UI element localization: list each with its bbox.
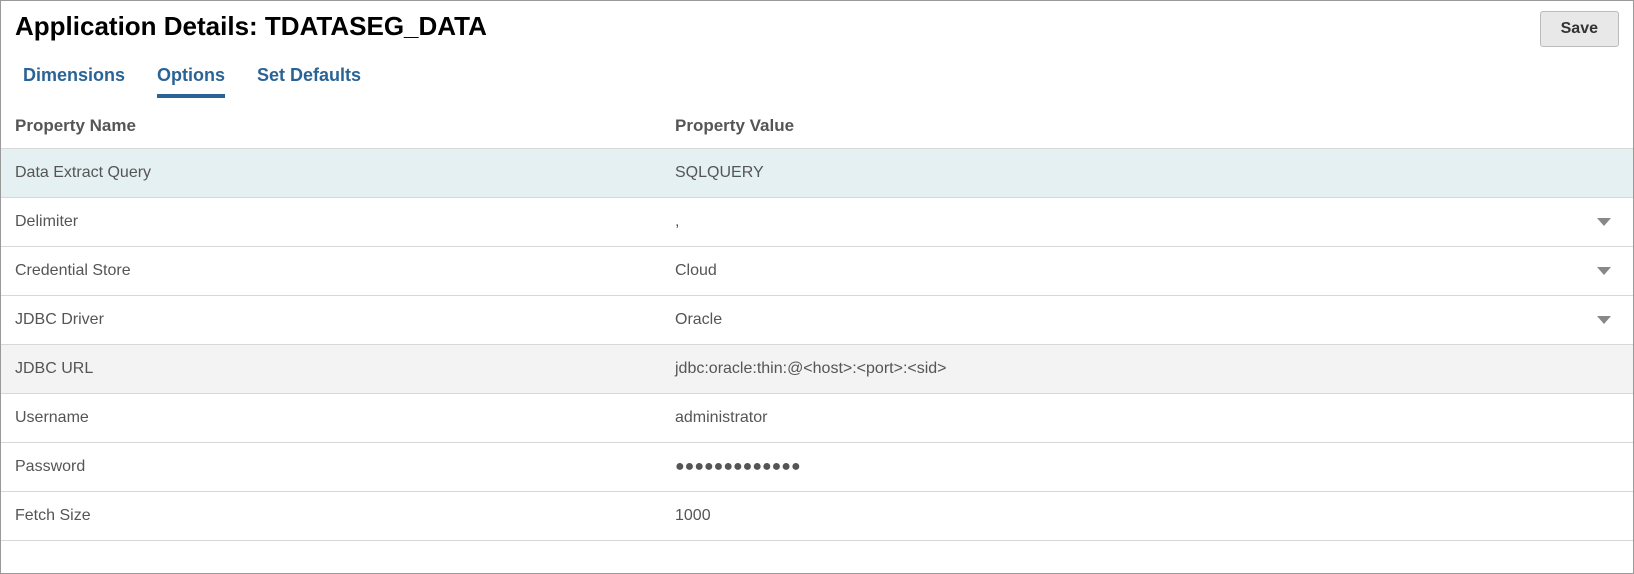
property-value[interactable]: , [675, 213, 1619, 231]
property-name: JDBC URL [15, 360, 675, 378]
table-row[interactable]: Data Extract QuerySQLQUERY [1, 148, 1633, 197]
property-value[interactable]: SQLQUERY [675, 164, 1619, 182]
property-name: Fetch Size [15, 507, 675, 525]
property-value[interactable]: administrator [675, 409, 1619, 427]
column-header-name: Property Name [15, 116, 675, 136]
property-value[interactable]: jdbc:oracle:thin:@<host>:<port>:<sid> [675, 360, 1619, 378]
property-name: Username [15, 409, 675, 427]
tab-options[interactable]: Options [157, 65, 225, 98]
table-row[interactable]: JDBC URLjdbc:oracle:thin:@<host>:<port>:… [1, 344, 1633, 393]
page-title: Application Details: TDATASEG_DATA [15, 11, 487, 42]
property-value[interactable]: Oracle [675, 311, 1619, 329]
property-name: Delimiter [15, 213, 675, 231]
column-header-value: Property Value [675, 116, 1619, 136]
property-value[interactable]: ●●●●●●●●●●●●● [675, 458, 1619, 476]
table-row[interactable]: Fetch Size1000 [1, 491, 1633, 540]
table-row[interactable]: Password●●●●●●●●●●●●● [1, 442, 1633, 491]
save-button[interactable]: Save [1540, 11, 1619, 47]
property-name: JDBC Driver [15, 311, 675, 329]
property-value[interactable]: 1000 [675, 507, 1619, 525]
table-row[interactable]: JDBC DriverOracle [1, 295, 1633, 344]
property-value[interactable]: Cloud [675, 262, 1619, 280]
property-name: Password [15, 458, 675, 476]
property-name: Data Extract Query [15, 164, 675, 182]
tabs: Dimensions Options Set Defaults [1, 47, 1633, 98]
chevron-down-icon[interactable] [1597, 316, 1611, 324]
table-row[interactable]: Delimiter, [1, 197, 1633, 246]
tab-dimensions[interactable]: Dimensions [23, 65, 125, 98]
table-header: Property Name Property Value [1, 98, 1633, 148]
table-row[interactable]: Usernameadministrator [1, 393, 1633, 442]
table-row[interactable]: Credential StoreCloud [1, 246, 1633, 295]
tab-set-defaults[interactable]: Set Defaults [257, 65, 361, 98]
property-name: Credential Store [15, 262, 675, 280]
chevron-down-icon[interactable] [1597, 218, 1611, 226]
chevron-down-icon[interactable] [1597, 267, 1611, 275]
